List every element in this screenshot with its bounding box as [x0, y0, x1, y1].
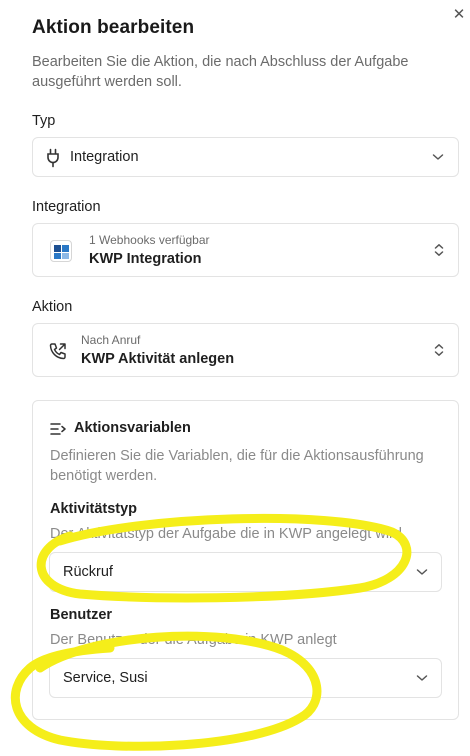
type-label: Typ [32, 113, 56, 129]
kwp-logo [50, 240, 72, 262]
integration-label: Integration [32, 199, 101, 215]
user-value: Service, Susi [63, 670, 148, 686]
user-label: Benutzer [50, 607, 113, 623]
integration-caption: 1 Webhooks verfügbar [89, 233, 210, 247]
action-variables-description: Definieren Sie die Variablen, die für di… [50, 448, 424, 484]
chevron-up-down-icon [434, 344, 444, 356]
chevron-down-icon [416, 569, 428, 575]
activity-type-select[interactable]: Rückruf [49, 552, 442, 592]
dialog-title: Aktion bearbeiten [32, 17, 195, 38]
action-variables-heading: Aktionsvariablen [74, 420, 191, 436]
activity-type-label: Aktivitätstyp [50, 501, 138, 517]
chevron-down-icon [416, 675, 428, 681]
edit-action-panel: ✕ Aktion bearbeiten Bearbeiten Sie die A… [0, 0, 470, 756]
dialog-subtitle: Bearbeiten Sie die Aktion, die nach Absc… [32, 54, 409, 90]
type-select[interactable]: Integration [32, 137, 459, 177]
activity-type-description: Der Aktivitätstyp der Aufgabe die in KWP… [50, 526, 402, 542]
activity-type-value: Rückruf [63, 564, 113, 580]
action-select[interactable]: Nach Anruf KWP Aktivität anlegen [32, 323, 459, 377]
integration-select[interactable]: 1 Webhooks verfügbar KWP Integration [32, 223, 459, 277]
action-value: KWP Aktivität anlegen [81, 351, 235, 367]
chevron-down-icon [432, 154, 444, 160]
action-variables-card: Aktionsvariablen Definieren Sie die Vari… [32, 400, 459, 720]
integration-value: KWP Integration [89, 251, 202, 267]
list-arrow-icon [50, 423, 66, 435]
close-icon[interactable]: ✕ [450, 6, 468, 24]
plug-icon [47, 148, 59, 168]
action-label: Aktion [32, 299, 73, 315]
chevron-up-down-icon [434, 244, 444, 256]
user-select[interactable]: Service, Susi [49, 658, 442, 698]
type-select-value: Integration [70, 149, 139, 165]
action-caption: Nach Anruf [81, 333, 141, 347]
user-description: Der Benutzer der die Aufgabe in KWP anle… [50, 632, 337, 648]
phone-outgoing-icon [49, 343, 66, 360]
